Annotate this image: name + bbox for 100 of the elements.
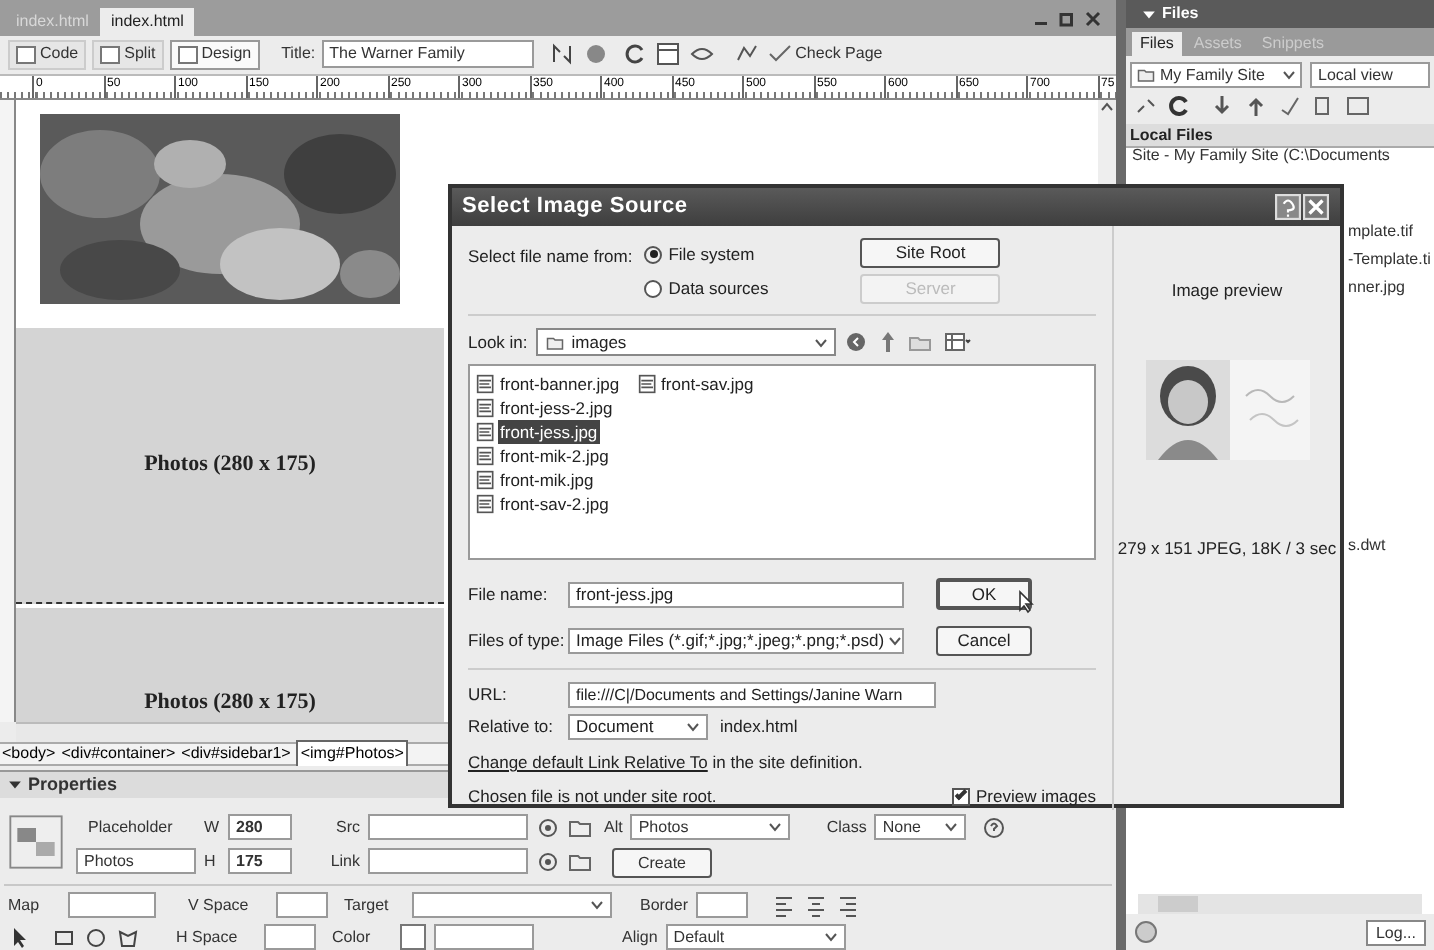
point-to-file-icon[interactable]	[536, 815, 560, 839]
url-label: URL:	[468, 682, 509, 708]
site-root-button[interactable]: Site Root	[860, 238, 1001, 268]
file-item[interactable]: front-sav.jpg	[659, 371, 756, 397]
width-field[interactable]: 280	[228, 814, 292, 840]
class-dropdown[interactable]: None	[874, 814, 967, 840]
v-space-label: V Space	[188, 893, 251, 917]
folder-icon[interactable]	[568, 815, 592, 839]
site-dropdown[interactable]: My Family Site	[1130, 62, 1302, 88]
align-left-icon[interactable]	[772, 893, 796, 917]
caret-icon	[1282, 70, 1296, 80]
file-item[interactable]: front-mik-2.jpg	[498, 443, 611, 469]
title-field[interactable]: The Warner Family	[321, 40, 534, 69]
align-label: Align	[622, 925, 658, 949]
folder-icon[interactable]	[568, 849, 592, 873]
view-menu-icon[interactable]	[939, 330, 972, 354]
alt-label: Alt	[604, 815, 623, 839]
image-file-icon	[476, 398, 496, 418]
help-icon[interactable]	[982, 815, 1007, 839]
src-field[interactable]	[368, 814, 528, 840]
alt-dropdown[interactable]: Photos	[630, 814, 791, 840]
restore-icon[interactable]	[1058, 9, 1076, 27]
file-item[interactable]: front-sav-2.jpg	[498, 491, 611, 517]
circle-hotspot-icon[interactable]	[84, 925, 108, 949]
refresh-icon[interactable]	[623, 42, 648, 67]
image-placeholder[interactable]: Photos (280 x 175)	[16, 607, 444, 723]
scroll-up-icon[interactable]	[1100, 99, 1114, 114]
image-file-icon	[476, 494, 496, 514]
folder-icon	[1136, 66, 1156, 84]
caret-icon	[686, 722, 700, 732]
page-icon	[16, 45, 36, 64]
radio-button[interactable]	[644, 279, 663, 298]
polygon-hotspot-icon[interactable]	[116, 925, 140, 949]
view-dropdown[interactable]: Local view	[1310, 62, 1430, 88]
relative-file-name: index.html	[720, 714, 798, 740]
pointer-icon[interactable]	[8, 925, 32, 949]
align-dropdown[interactable]: Default	[665, 924, 846, 950]
height-field[interactable]: 175	[228, 848, 292, 874]
close-icon[interactable]	[1084, 9, 1102, 27]
collapse-triangle-icon[interactable]	[8, 778, 22, 792]
panel-tab[interactable]: Files	[1132, 32, 1182, 56]
collapse-triangle-icon[interactable]	[1142, 7, 1156, 21]
put-file-icon[interactable]	[1244, 94, 1268, 118]
tag-selector-item[interactable]: <body>	[2, 742, 56, 766]
file-item[interactable]: front-banner.jpg	[498, 371, 622, 397]
h-space-field[interactable]	[264, 924, 316, 950]
create-button[interactable]: Create	[612, 848, 712, 878]
site-root-warning: Chosen file is not under site root.	[468, 783, 717, 809]
properties-title: Properties	[28, 771, 118, 798]
check-icon	[767, 44, 792, 65]
refresh-icon[interactable]	[1168, 94, 1192, 118]
view-mode-button[interactable]: Design	[169, 39, 260, 70]
rectangle-hotspot-icon[interactable]	[52, 925, 76, 949]
radio-button[interactable]	[644, 245, 663, 264]
file-item[interactable]: front-jess-2.jpg	[498, 395, 615, 421]
cancel-button[interactable]: Cancel	[936, 626, 1032, 656]
caret-icon	[888, 636, 902, 646]
name-field[interactable]: Photos	[76, 848, 196, 874]
align-center-icon[interactable]	[804, 893, 828, 917]
url-field[interactable]: file:///C|/Documents and Settings/Janine Warn	[568, 682, 936, 708]
view-mode-button[interactable]: Code	[8, 39, 87, 70]
tag-selector-item[interactable]: <img#Photos>	[296, 740, 408, 768]
color-swatch[interactable]	[400, 924, 426, 950]
point-to-file-icon[interactable]	[536, 849, 560, 873]
placeholder-image-icon	[8, 814, 64, 870]
map-field[interactable]	[68, 892, 156, 918]
caret-icon	[768, 822, 783, 832]
ok-button[interactable]: OK	[936, 578, 1032, 610]
tag-selector-item[interactable]: <div#container>	[61, 742, 176, 766]
image-file-icon	[637, 374, 658, 394]
look-in-dropdown[interactable]: images	[535, 328, 836, 356]
radio-label: File system	[668, 242, 755, 268]
preview-images-checkbox[interactable]	[952, 787, 970, 806]
document-tab[interactable]: index.html	[100, 8, 194, 36]
change-default-link[interactable]: Change default Link Relative To	[468, 752, 708, 772]
file-item[interactable]: front-mik.jpg	[498, 467, 596, 493]
image-file-icon	[476, 422, 496, 442]
log-button[interactable]: Log...	[1365, 919, 1426, 945]
back-icon[interactable]	[843, 330, 868, 354]
view-options-icon[interactable]	[653, 42, 682, 67]
v-space-field[interactable]	[276, 892, 328, 918]
border-field[interactable]	[696, 892, 748, 918]
color-field[interactable]	[434, 924, 534, 950]
file-name-field[interactable]: front-jess.jpg	[568, 581, 904, 607]
tag-selector-item[interactable]: <div#sidebar1>	[181, 742, 291, 766]
target-label: Target	[344, 893, 391, 917]
link-field[interactable]	[368, 848, 528, 874]
width-label: W	[204, 815, 220, 839]
check-page-button[interactable]: Check Page	[767, 42, 883, 67]
target-dropdown[interactable]	[412, 892, 612, 918]
horizontal-scrollbar[interactable]	[1138, 894, 1422, 914]
file-item[interactable]: front-jess.jpg	[498, 419, 600, 445]
align-right-icon[interactable]	[836, 893, 860, 917]
view-mode-button[interactable]: Split	[92, 39, 164, 70]
relative-to-dropdown[interactable]: Document	[568, 714, 708, 740]
get-file-icon[interactable]	[1210, 94, 1234, 118]
caret-icon	[590, 900, 604, 910]
placeholder-text: Photos (280 x 175)	[144, 687, 316, 718]
image-placeholder[interactable]: Photos (280 x 175)	[16, 327, 444, 604]
file-type-dropdown[interactable]: Image Files (*.gif;*.jpg;*.jpeg;*.png;*.psd)	[568, 628, 904, 654]
